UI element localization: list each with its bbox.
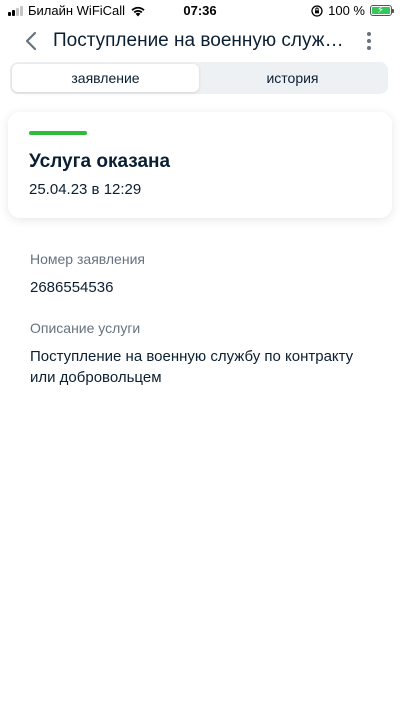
battery-percentage: 100 % bbox=[328, 3, 365, 18]
orientation-lock-icon bbox=[311, 4, 323, 17]
more-options-button[interactable] bbox=[358, 28, 380, 54]
status-date: 25.04.23 в 12:29 bbox=[29, 181, 142, 198]
application-number-label: Номер заявления bbox=[30, 251, 145, 267]
page-title: Поступление на военную службу по контрак… bbox=[53, 30, 353, 51]
back-button[interactable] bbox=[18, 28, 44, 54]
tab-history[interactable]: история bbox=[199, 64, 386, 92]
status-bar-right: 100 % ⚡ bbox=[311, 3, 394, 18]
service-description-value: Поступление на военную службу по контрак… bbox=[30, 348, 354, 386]
battery-charging-icon: ⚡ bbox=[370, 5, 394, 16]
status-title: Услуга оказана bbox=[29, 151, 171, 172]
application-number-value: 2686554536 bbox=[30, 279, 114, 296]
status-indicator-bar bbox=[29, 131, 87, 135]
status-bar: Билайн WiFiCall 07:36 100 % ⚡ bbox=[0, 0, 400, 22]
segmented-tabs: заявление история bbox=[10, 62, 388, 94]
chevron-left-icon bbox=[25, 31, 37, 51]
status-card: Услуга оказана 25.04.23 в 12:29 bbox=[8, 112, 392, 218]
app-header: Поступление на военную службу по контрак… bbox=[0, 22, 400, 60]
tab-application[interactable]: заявление bbox=[12, 64, 199, 92]
service-description-label: Описание услуги bbox=[30, 320, 141, 336]
more-vertical-icon bbox=[367, 32, 371, 36]
